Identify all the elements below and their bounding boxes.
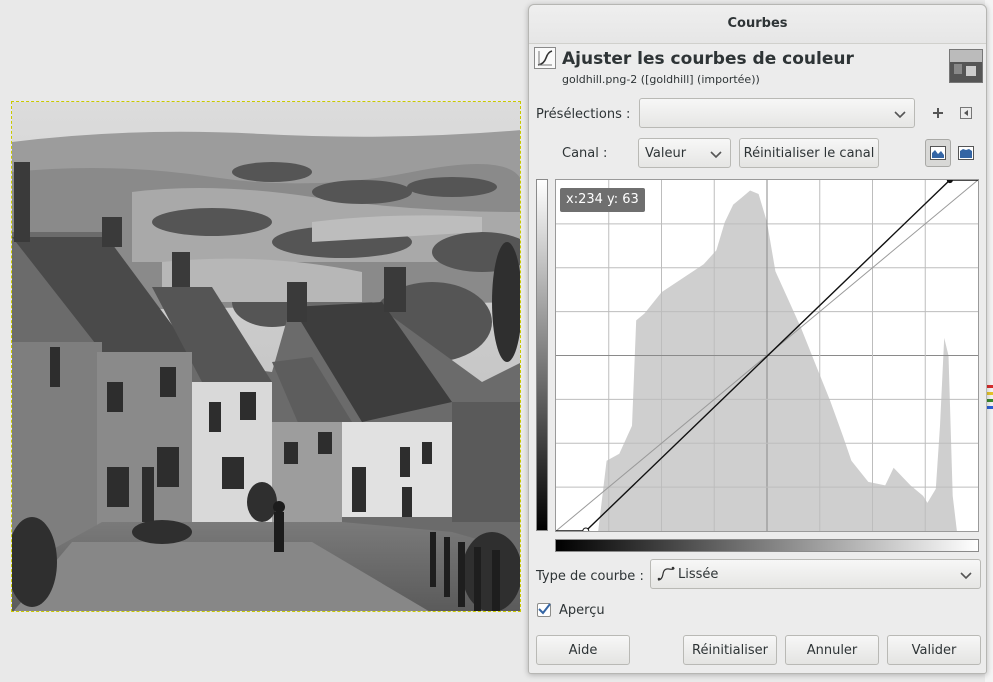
channel-value: Valeur: [645, 145, 687, 161]
presets-combo[interactable]: [639, 98, 915, 128]
curves-graph[interactable]: [555, 176, 979, 535]
coordinate-readout: x:234 y: 63: [560, 188, 645, 212]
help-button-label: Aide: [568, 642, 598, 658]
preset-menu-button[interactable]: [955, 102, 977, 124]
curves-dialog[interactable]: Courbes Ajuster les courbes de couleur g…: [528, 4, 987, 674]
chevron-down-icon: [710, 148, 722, 163]
linear-histogram-button[interactable]: [925, 139, 951, 167]
curve-control-point[interactable]: [582, 527, 590, 535]
curves-graph-canvas[interactable]: [555, 176, 979, 535]
triangle-left-icon: [960, 107, 972, 119]
linear-histogram-icon: [930, 146, 946, 160]
channel-combo[interactable]: Valeur: [638, 138, 731, 168]
curve-type-combo[interactable]: Lissée: [650, 559, 981, 589]
help-button[interactable]: Aide: [536, 635, 630, 665]
cancel-button-label: Annuler: [806, 642, 858, 658]
curve-type-label: Type de courbe :: [536, 569, 644, 584]
output-gradient-bar: [536, 179, 548, 531]
image-canvas[interactable]: [11, 101, 521, 612]
dialog-title: Courbes: [727, 16, 788, 31]
add-preset-button[interactable]: [927, 102, 949, 124]
input-gradient-bar: [555, 539, 979, 552]
curve-control-point[interactable]: [946, 176, 953, 184]
channel-label: Canal :: [562, 146, 608, 161]
preview-checkbox[interactable]: [537, 603, 551, 617]
curve-type-value: Lissée: [678, 566, 719, 582]
dialog-subheading: goldhill.png-2 ([goldhill] (importée)): [562, 73, 760, 86]
checkmark-icon: [538, 603, 551, 615]
dialog-titlebar[interactable]: Courbes: [529, 5, 986, 44]
dialog-heading: Ajuster les courbes de couleur: [562, 49, 854, 69]
log-histogram-button[interactable]: [955, 142, 977, 164]
reset-button-label: Réinitialiser: [692, 642, 768, 658]
cancel-button[interactable]: Annuler: [785, 635, 879, 665]
curves-tool-icon: [534, 47, 556, 69]
smooth-curve-icon: [657, 566, 675, 582]
log-histogram-icon: [958, 146, 974, 160]
chevron-down-icon: [894, 108, 906, 123]
chevron-down-icon: [960, 569, 972, 584]
ok-button[interactable]: Valider: [887, 635, 981, 665]
photo-goldhill: [12, 102, 520, 611]
presets-label: Présélections :: [536, 107, 631, 122]
ok-button-label: Valider: [911, 642, 957, 658]
image-thumbnail: [949, 49, 983, 83]
plus-icon: [933, 108, 943, 118]
reset-channel-button[interactable]: Réinitialiser le canal: [739, 138, 879, 168]
reset-button[interactable]: Réinitialiser: [683, 635, 777, 665]
reset-channel-label: Réinitialiser le canal: [743, 145, 875, 161]
preview-label: Aperçu: [559, 603, 605, 618]
